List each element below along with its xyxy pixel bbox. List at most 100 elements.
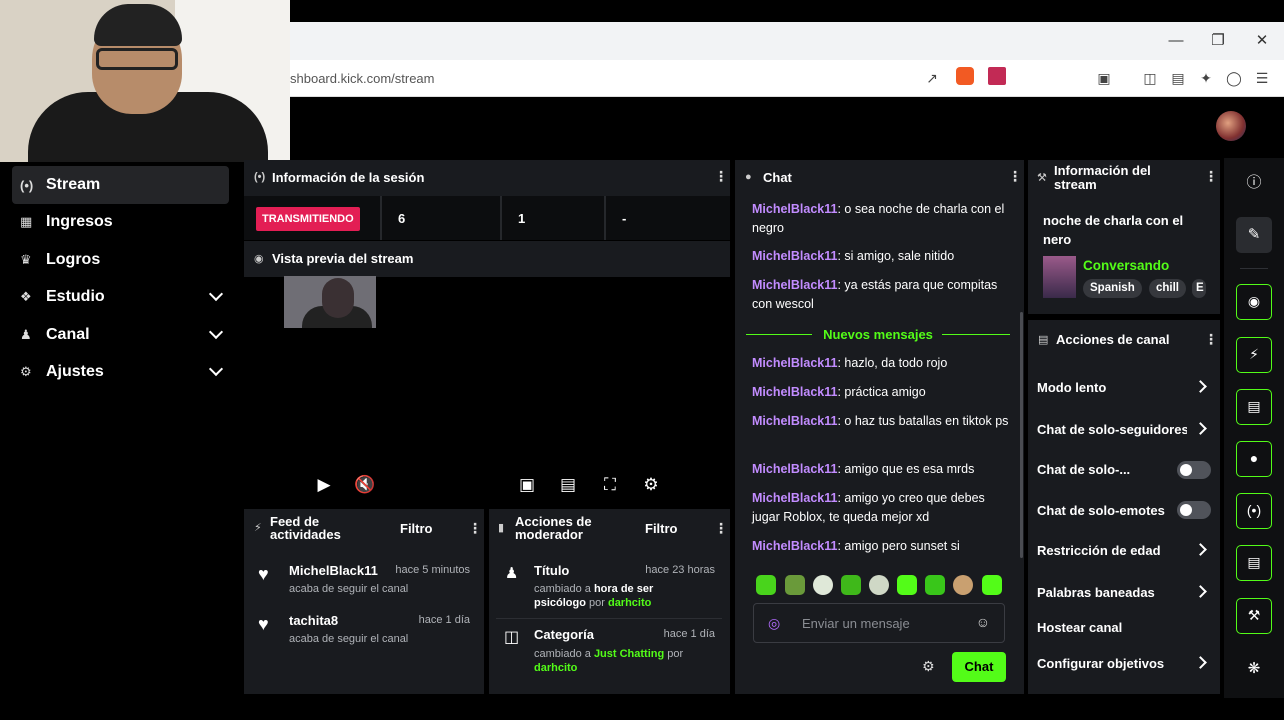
emote-icon[interactable] — [841, 575, 861, 595]
emote-icon[interactable] — [813, 575, 833, 595]
host-channel-action[interactable]: Hostear canal — [1037, 620, 1209, 635]
pip-icon[interactable]: ▣ — [516, 474, 538, 496]
address-bar[interactable]: shboard.kick.com/stream ↗ ▣ ◫ ▤ ✦ ◯ ☰ — [290, 60, 1284, 97]
sidebar-item-label: Canal — [46, 326, 90, 343]
stat-viewers: 6 — [380, 196, 500, 240]
filter-button[interactable]: Filtro — [645, 521, 678, 536]
info-icon[interactable]: ⓘ — [1236, 165, 1272, 201]
feed-description: acaba de seguir el canal — [289, 633, 409, 645]
heart-icon: ♥ — [258, 564, 269, 584]
kebab-menu-icon[interactable]: ⋮ — [1204, 332, 1218, 346]
feed-time: hace 1 día — [663, 628, 715, 640]
stream-preview-panel: ◉ Vista previa del stream — [244, 241, 730, 277]
mod-action-description: cambiado a hora de ser psicólogo por dar… — [534, 583, 654, 609]
chat-bubble-icon[interactable]: ● — [1236, 441, 1272, 477]
nodes-icon[interactable]: ❋ — [1236, 651, 1272, 687]
mute-icon[interactable]: 🔇 — [354, 474, 376, 496]
emote-icon[interactable] — [756, 575, 776, 595]
microphone-icon[interactable]: ◎ — [768, 615, 780, 632]
broadcast-icon[interactable]: (•) — [1236, 493, 1272, 529]
notes-icon[interactable]: ▤ — [1236, 389, 1272, 425]
pencil-icon[interactable]: ✎ — [1236, 217, 1272, 253]
chat-message-input[interactable]: ◎ Enviar un mensaje ☺ — [753, 603, 1005, 643]
avatar[interactable] — [1216, 111, 1246, 141]
follower-name[interactable]: MichelBlack11 — [289, 563, 378, 578]
divider — [1240, 268, 1268, 269]
sidebar-item-stream[interactable]: (•) Stream — [12, 166, 229, 204]
leo-icon[interactable]: ✦ — [1196, 69, 1216, 87]
wallet-icon[interactable]: ▤ — [1168, 69, 1188, 87]
kebab-menu-icon[interactable]: ⋮ — [714, 169, 728, 183]
tag-badge[interactable]: Spanish — [1083, 279, 1142, 298]
shield-icon: ▮ — [498, 522, 505, 534]
kebab-menu-icon[interactable]: ⋮ — [1008, 169, 1022, 183]
follower-name[interactable]: tachita8 — [289, 613, 338, 628]
chat-input-placeholder: Enviar un mensaje — [802, 616, 910, 631]
settings-icon[interactable]: ⚙ — [640, 474, 662, 496]
kebab-menu-icon[interactable]: ⋮ — [468, 521, 482, 535]
tag-badge[interactable]: E — [1192, 279, 1206, 298]
followers-only-action[interactable]: Chat de solo-seguidores — [1037, 422, 1187, 437]
emote-icon[interactable] — [785, 575, 805, 595]
close-icon[interactable]: ✕ — [1252, 32, 1272, 50]
sidebar-item-estudio[interactable]: ❖ Estudio — [12, 278, 229, 316]
panel-header: ▤ Acciones de canal — [1028, 320, 1220, 358]
sidebar-item-ingresos[interactable]: ▦ Ingresos — [12, 203, 229, 241]
new-messages-divider[interactable]: Nuevos mensajes — [746, 326, 1010, 344]
configure-goals-action[interactable]: Configurar objetivos — [1037, 656, 1209, 671]
stream-title[interactable]: noche de charla con el nero — [1043, 211, 1208, 249]
feed-time: hace 23 horas — [645, 564, 715, 576]
emote-icon[interactable] — [869, 575, 889, 595]
emote-icon[interactable] — [897, 575, 917, 595]
brave-rewards-icon[interactable] — [988, 67, 1006, 85]
wrench-icon: ⚒ — [1037, 172, 1047, 184]
minimize-icon[interactable]: — — [1166, 32, 1186, 50]
lightning-icon[interactable]: ⚡ — [1236, 337, 1272, 373]
sidebar-item-canal[interactable]: ♟ Canal — [12, 316, 229, 354]
brave-shield-icon[interactable] — [956, 67, 974, 85]
sidebar-item-logros[interactable]: ♛ Logros — [12, 241, 229, 279]
fullscreen-icon[interactable]: ⛶ — [599, 474, 621, 496]
tab-icon[interactable]: ▣ — [1094, 69, 1114, 87]
gear-icon[interactable]: ⚙ — [922, 658, 935, 675]
emote-icon[interactable] — [925, 575, 945, 595]
session-stats: TRANSMITIENDO 6 1 - — [244, 196, 730, 240]
sidebar-icon[interactable]: ◫ — [1140, 69, 1160, 87]
subs-only-toggle[interactable] — [1177, 461, 1211, 479]
wrench-icon[interactable]: ⚒ — [1236, 598, 1272, 634]
emotes-only-toggle[interactable] — [1177, 501, 1211, 519]
menu-icon[interactable]: ☰ — [1252, 69, 1272, 87]
share-icon[interactable]: ↗ — [922, 69, 942, 87]
banned-words-action[interactable]: Palabras baneadas — [1037, 585, 1209, 600]
emote-icon[interactable] — [982, 575, 1002, 595]
tag-badge[interactable]: chill — [1149, 279, 1187, 298]
users-icon: ♟ — [20, 327, 32, 342]
chat-scrollbar[interactable] — [1020, 312, 1023, 558]
layout-icon[interactable]: ▤ — [1236, 545, 1272, 581]
age-restriction-action[interactable]: Restricción de edad — [1037, 543, 1209, 558]
theater-icon[interactable]: ▤ — [557, 474, 579, 496]
divider — [496, 618, 722, 619]
sidebar-item-ajustes[interactable]: ⚙ Ajustes — [12, 353, 229, 391]
trophy-icon: ♛ — [20, 252, 32, 267]
url-text[interactable]: shboard.kick.com/stream — [290, 71, 435, 86]
filter-button[interactable]: Filtro — [400, 521, 433, 536]
vpn-icon[interactable]: ◯ — [1224, 69, 1244, 87]
camera-icon[interactable]: ◉ — [1236, 284, 1272, 320]
category-name[interactable]: Conversando — [1083, 258, 1169, 273]
emoji-icon[interactable]: ☺ — [976, 614, 990, 630]
panel-title: Acciones de moderador — [515, 514, 592, 542]
send-chat-button[interactable]: Chat — [952, 652, 1006, 682]
sidebar-item-label: Stream — [46, 176, 101, 193]
play-icon[interactable]: ▶ — [313, 474, 335, 496]
kebab-menu-icon[interactable]: ⋮ — [714, 521, 728, 535]
kebab-menu-icon[interactable]: ⋮ — [1204, 169, 1218, 183]
layout-icon: ▤ — [1038, 333, 1049, 346]
slow-mode-action[interactable]: Modo lento — [1037, 380, 1209, 395]
emote-icon[interactable] — [953, 575, 973, 595]
restore-icon[interactable]: ❐ — [1208, 32, 1228, 50]
broadcast-icon: (•) — [20, 177, 34, 193]
chart-icon: ▦ — [20, 214, 33, 229]
feed-time: hace 1 día — [418, 614, 470, 626]
sidebar-item-label: Logros — [46, 251, 101, 268]
